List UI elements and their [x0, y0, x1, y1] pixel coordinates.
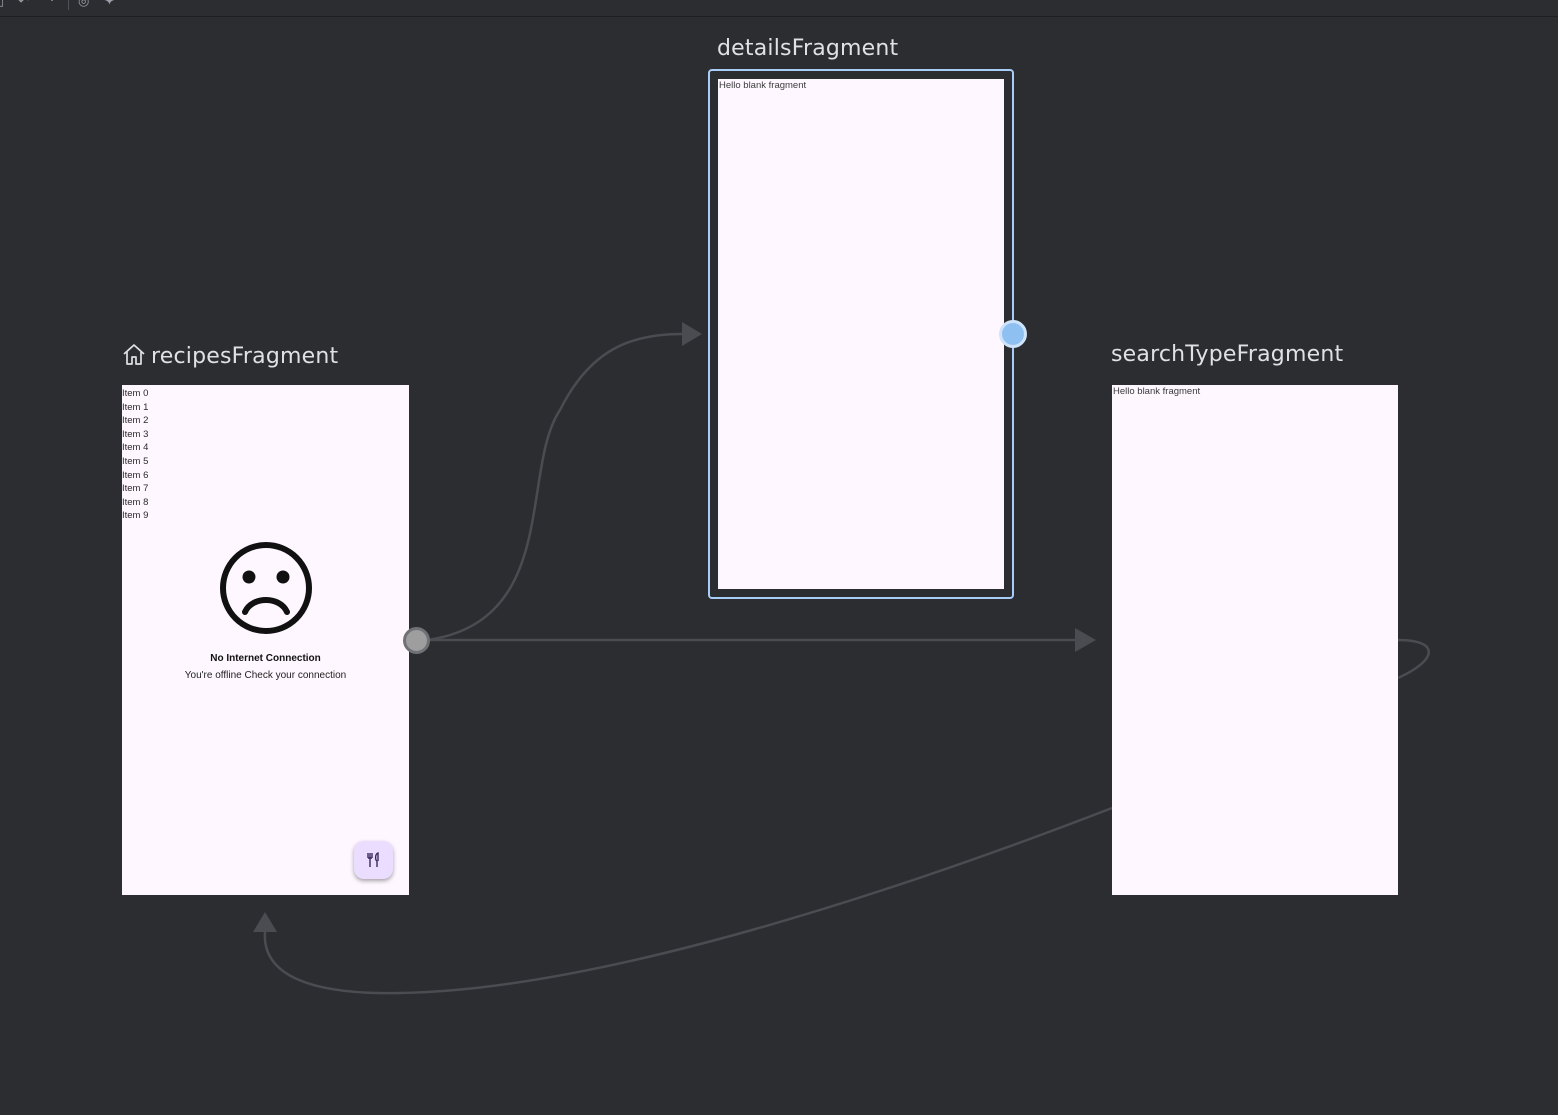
arrowhead-details [682, 322, 702, 346]
list-item: Item 1 [122, 401, 149, 413]
searchtype-fragment-screen[interactable]: Hello blank fragment [1112, 385, 1398, 895]
recipes-fragment-title[interactable]: recipesFragment [121, 342, 338, 370]
list-item: Item 7 [122, 483, 149, 495]
filter-fab-button[interactable] [354, 841, 393, 879]
details-fragment-title[interactable]: detailsFragment [717, 36, 898, 62]
no-internet-title: No Internet Connection [210, 653, 321, 664]
list-item: Item 9 [122, 510, 149, 522]
arrowhead-recipes [253, 912, 277, 932]
list-item: Item 8 [122, 496, 149, 508]
list-item: Item 0 [122, 388, 149, 399]
details-fragment-selection[interactable]: Hello blank fragment [708, 69, 1014, 599]
details-fragment-screen[interactable]: Hello blank fragment [718, 79, 1004, 589]
action-recipes-to-details[interactable] [427, 332, 683, 642]
list-item: Item 5 [122, 455, 149, 467]
sad-face-icon [220, 542, 312, 634]
list-item: Item 2 [122, 415, 149, 427]
action-searchtype-self[interactable] [1397, 638, 1430, 680]
recipes-fragment-screen[interactable]: Item 0 Item 1 Item 2 Item 3 Item 4 Item … [122, 385, 409, 895]
restaurant-icon [367, 852, 379, 867]
recipes-item-list: Item 0 Item 1 Item 2 Item 3 Item 4 Item … [122, 387, 148, 523]
searchtype-hello-text: Hello blank fragment [1113, 386, 1201, 397]
details-action-handle[interactable] [999, 320, 1027, 348]
list-item: Item 3 [122, 428, 149, 440]
searchtype-fragment-title[interactable]: searchTypeFragment [1111, 342, 1343, 368]
navigation-graph-canvas[interactable]: ▯ ↶ · ◎ ✦ recipesFragment Item 0 Item 1 … [0, 0, 1558, 1115]
recipes-action-handle[interactable] [403, 627, 430, 654]
list-item: Item 6 [122, 469, 149, 481]
details-hello-text: Hello blank fragment [719, 80, 807, 91]
list-item: Item 4 [122, 442, 149, 454]
arrowhead-searchtype [1075, 628, 1096, 652]
recipes-fragment-title-text: recipesFragment [151, 344, 339, 369]
home-icon [123, 344, 145, 365]
no-internet-subtitle: You're offline Check your connection [184, 670, 347, 681]
